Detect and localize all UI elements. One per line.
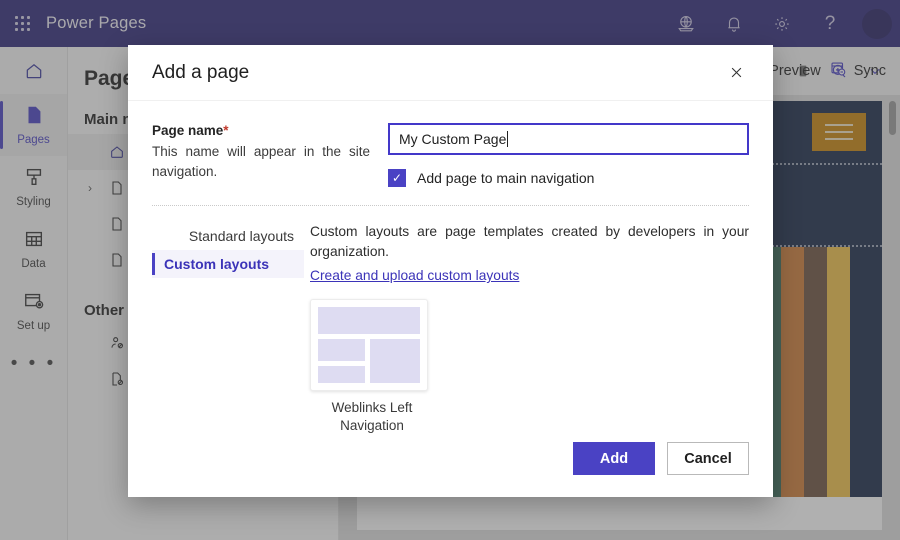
layout-tabs: Standard layouts Custom layouts	[152, 222, 304, 435]
layout-card-list: Weblinks Left Navigation	[310, 299, 749, 435]
tab-standard-layouts[interactable]: Standard layouts	[152, 222, 304, 250]
dialog-title: Add a page	[152, 61, 250, 83]
cancel-button[interactable]: Cancel	[667, 442, 749, 475]
tab-custom-layouts[interactable]: Custom layouts	[152, 250, 304, 278]
page-name-label: Page name*	[152, 123, 370, 138]
close-icon[interactable]	[721, 58, 751, 88]
add-button[interactable]: Add	[573, 442, 655, 475]
dialog-header: Add a page	[128, 45, 773, 101]
thumb-left-column	[318, 339, 365, 383]
page-name-help: This name will appear in the site naviga…	[152, 144, 370, 180]
layout-panel: Custom layouts are page templates create…	[310, 222, 749, 435]
page-name-controls: My Custom Page ✓ Add page to main naviga…	[388, 123, 749, 187]
layout-card-label: Weblinks Left Navigation	[331, 400, 413, 434]
page-name-value: My Custom Page	[399, 131, 507, 147]
dialog-footer: Add Cancel	[573, 442, 749, 475]
thumb-body	[318, 339, 420, 383]
add-to-nav-checkbox[interactable]: ✓	[388, 169, 406, 187]
thumb-main-block	[369, 339, 420, 383]
layout-card[interactable]: Weblinks Left Navigation	[310, 299, 434, 435]
thumb-header-block	[318, 307, 420, 334]
page-name-labels: Page name* This name will appear in the …	[152, 123, 370, 187]
weblinks-left-navigation-thumbnail	[310, 299, 428, 391]
required-asterisk: *	[223, 123, 229, 138]
add-page-dialog: Add a page Page name* This name will app…	[128, 45, 773, 497]
check-icon: ✓	[391, 171, 403, 185]
create-upload-custom-layouts-link[interactable]: Create and upload custom layouts	[310, 268, 519, 283]
dialog-body: Page name* This name will appear in the …	[128, 101, 773, 435]
text-caret	[507, 131, 509, 147]
page-name-row: Page name* This name will appear in the …	[152, 123, 749, 187]
layout-description: Custom layouts are page templates create…	[310, 224, 749, 259]
add-to-nav-label: Add page to main navigation	[417, 170, 595, 186]
page-name-input[interactable]: My Custom Page	[388, 123, 749, 155]
add-to-nav-checkbox-row[interactable]: ✓ Add page to main navigation	[388, 169, 749, 187]
layouts-section: Standard layouts Custom layouts Custom l…	[152, 222, 749, 435]
section-divider	[152, 205, 749, 206]
page-name-label-text: Page name	[152, 123, 224, 138]
